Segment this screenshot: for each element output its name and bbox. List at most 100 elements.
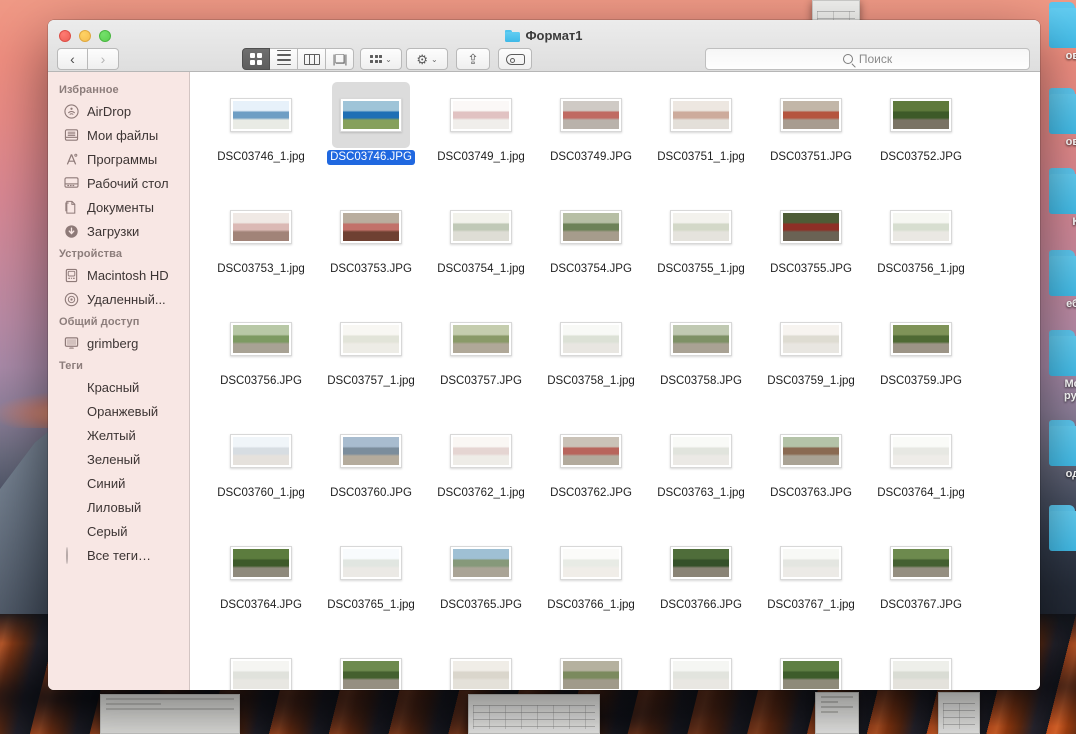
desktop-folder[interactable]: Кн	[1046, 168, 1076, 228]
file-item[interactable]	[646, 642, 756, 690]
sidebar-item-желтый[interactable]: Желтый	[48, 423, 189, 447]
sidebar-item-label: AirDrop	[87, 104, 131, 119]
my-files-icon	[64, 128, 80, 143]
file-item[interactable]	[866, 642, 976, 690]
file-item[interactable]: DSC03759_1.jpg	[756, 306, 866, 402]
coverflow-view-button[interactable]: |❑|	[326, 48, 354, 70]
file-item[interactable]: DSC03749_1.jpg	[426, 82, 536, 178]
sidebar-item-airdrop[interactable]: AirDrop	[48, 99, 189, 123]
file-item[interactable]: DSC03756.JPG	[206, 306, 316, 402]
file-item[interactable]: DSC03765_1.jpg	[316, 530, 426, 626]
desktop-folder[interactable]: ебел	[1046, 250, 1076, 310]
action-button[interactable]: ⚙ ⌄	[406, 48, 448, 70]
sidebar-item-все-теги[interactable]: Все теги…	[48, 543, 189, 567]
file-item[interactable]: DSC03767.JPG	[866, 530, 976, 626]
file-item[interactable]: DSC03754_1.jpg	[426, 194, 536, 290]
sidebar-item-оранжевый[interactable]: Оранжевый	[48, 399, 189, 423]
file-item[interactable]: DSC03755_1.jpg	[646, 194, 756, 290]
back-button[interactable]: ‹	[57, 48, 88, 70]
sidebar-item-macintosh-hd[interactable]: Macintosh HD	[48, 263, 189, 287]
edit-tags-button[interactable]	[498, 48, 532, 70]
file-item[interactable]: DSC03767_1.jpg	[756, 530, 866, 626]
sidebar-item-программы[interactable]: Программы	[48, 147, 189, 171]
file-name-label: DSC03753.JPG	[327, 262, 415, 277]
file-item[interactable]: DSC03753.JPG	[316, 194, 426, 290]
sidebar-item-лиловый[interactable]: Лиловый	[48, 495, 189, 519]
icon-view-button[interactable]	[242, 48, 270, 70]
file-item[interactable]: DSC03759.JPG	[866, 306, 976, 402]
file-item[interactable]: DSC03758.JPG	[646, 306, 756, 402]
photo-image	[563, 101, 619, 129]
sidebar-item-зеленый[interactable]: Зеленый	[48, 447, 189, 471]
file-item[interactable]	[536, 642, 646, 690]
file-item[interactable]: DSC03766.JPG	[646, 530, 756, 626]
column-view-button[interactable]	[298, 48, 326, 70]
photo-image	[563, 437, 619, 465]
sidebar-item-серый[interactable]: Серый	[48, 519, 189, 543]
desktop-document-preview[interactable]	[938, 692, 980, 734]
photo-image	[343, 549, 399, 577]
desktop-document-preview[interactable]	[468, 694, 600, 734]
sidebar-item-документы[interactable]: Документы	[48, 195, 189, 219]
list-view-button[interactable]	[270, 48, 298, 70]
forward-button[interactable]: ›	[88, 48, 119, 70]
desktop-folder[interactable]: одул	[1046, 420, 1076, 480]
photo-image	[563, 661, 619, 689]
desktop-folder[interactable]	[1046, 505, 1076, 553]
thumbnail-container	[332, 418, 410, 484]
file-item[interactable]	[206, 642, 316, 690]
file-item[interactable]: DSC03757.JPG	[426, 306, 536, 402]
file-item[interactable]: DSC03757_1.jpg	[316, 306, 426, 402]
sidebar-item-загрузки[interactable]: Загрузки	[48, 219, 189, 243]
sidebar-item-grimberg[interactable]: grimberg	[48, 331, 189, 355]
photo-thumbnail	[670, 322, 732, 356]
file-item[interactable]: DSC03753_1.jpg	[206, 194, 316, 290]
file-item[interactable]	[316, 642, 426, 690]
sidebar-item-рабочий-стол[interactable]: Рабочий стол	[48, 171, 189, 195]
photo-image	[453, 549, 509, 577]
desktop-folder-label: овор	[1046, 136, 1076, 148]
desktop-icon	[64, 176, 80, 191]
sidebar-item-мои-файлы[interactable]: Мои файлы	[48, 123, 189, 147]
sidebar-item-синий[interactable]: Синий	[48, 471, 189, 495]
file-item[interactable]: DSC03766_1.jpg	[536, 530, 646, 626]
arrange-button[interactable]: ⌄	[360, 48, 402, 70]
search-icon	[843, 54, 853, 64]
file-item[interactable]: DSC03758_1.jpg	[536, 306, 646, 402]
file-item[interactable]: DSC03751_1.jpg	[646, 82, 756, 178]
photo-image	[233, 213, 289, 241]
file-item[interactable]: DSC03751.JPG	[756, 82, 866, 178]
file-item[interactable]: DSC03754.JPG	[536, 194, 646, 290]
file-item[interactable]: DSC03746_1.jpg	[206, 82, 316, 178]
file-item[interactable]: DSC03760_1.jpg	[206, 418, 316, 514]
desktop-folder[interactable]: Моду рукту	[1046, 330, 1076, 402]
file-item[interactable]: DSC03764.JPG	[206, 530, 316, 626]
file-item[interactable]: DSC03756_1.jpg	[866, 194, 976, 290]
share-button[interactable]: ⇪	[456, 48, 490, 70]
file-item[interactable]: DSC03763.JPG	[756, 418, 866, 514]
file-item[interactable]	[756, 642, 866, 690]
file-item[interactable]: DSC03763_1.jpg	[646, 418, 756, 514]
file-item[interactable]: DSC03752.JPG	[866, 82, 976, 178]
file-name-label: DSC03767_1.jpg	[764, 598, 858, 613]
desktop-folder[interactable]: овор	[1046, 2, 1076, 62]
file-name-label: DSC03752.JPG	[877, 150, 965, 165]
file-item[interactable]: DSC03749.JPG	[536, 82, 646, 178]
file-item[interactable]: DSC03760.JPG	[316, 418, 426, 514]
desktop-document-preview[interactable]	[100, 694, 240, 734]
file-item[interactable]: DSC03762_1.jpg	[426, 418, 536, 514]
sidebar-item-красный[interactable]: Красный	[48, 375, 189, 399]
folder-icon	[1049, 88, 1076, 134]
file-browser-content[interactable]: DSC03746_1.jpgDSC03746.JPGDSC03749_1.jpg…	[190, 72, 1040, 690]
file-item[interactable]: DSC03762.JPG	[536, 418, 646, 514]
file-item[interactable]: DSC03765.JPG	[426, 530, 536, 626]
desktop-folder[interactable]: овор	[1046, 88, 1076, 148]
file-item[interactable]	[426, 642, 536, 690]
file-name-label: DSC03765_1.jpg	[324, 598, 418, 613]
search-field[interactable]: Поиск	[705, 48, 1030, 70]
file-item[interactable]: DSC03746.JPG	[316, 82, 426, 178]
file-item[interactable]: DSC03755.JPG	[756, 194, 866, 290]
file-item[interactable]: DSC03764_1.jpg	[866, 418, 976, 514]
sidebar-item-удаленный[interactable]: Удаленный...	[48, 287, 189, 311]
desktop-document-preview[interactable]	[815, 692, 859, 734]
